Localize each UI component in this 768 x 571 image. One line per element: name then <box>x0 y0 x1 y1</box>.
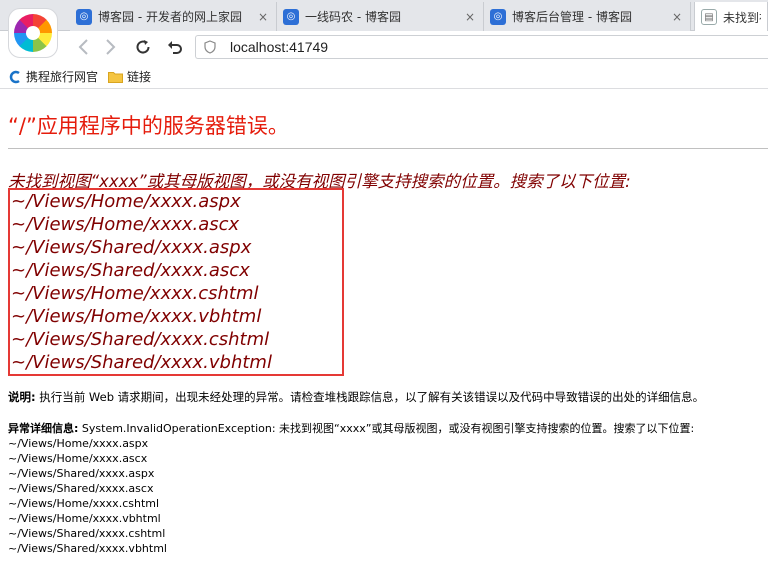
close-icon[interactable]: × <box>463 10 477 24</box>
bookmark-links-folder[interactable]: 链接 <box>108 68 151 85</box>
searched-locations-box: ~/Views/Home/xxxx.aspx ~/Views/Home/xxxx… <box>8 188 344 376</box>
searched-location: ~/Views/Home/xxxx.ascx <box>11 214 240 235</box>
searched-location: ~/Views/Shared/xxxx.aspx <box>11 237 252 258</box>
tab-title: 博客后台管理 - 博客园 <box>512 10 632 24</box>
detail-location: ~/Views/Shared/xxxx.cshtml <box>8 527 166 540</box>
description: 说明: 执行当前 Web 请求期间，出现未经处理的异常。请检查堆栈跟踪信息，以了… <box>8 389 704 405</box>
browser-logo[interactable] <box>8 8 58 58</box>
detail-location: ~/Views/Home/xxxx.aspx <box>8 437 149 450</box>
bookmark-ctrip[interactable]: 携程旅行网官 <box>8 68 98 85</box>
searched-location: ~/Views/Home/xxxx.aspx <box>11 191 241 212</box>
bookmark-label: 链接 <box>127 70 152 84</box>
ctrip-icon <box>9 70 20 83</box>
tab-yixian-manong[interactable]: ◎ 一线码农 - 博客园 × <box>277 2 484 31</box>
description-label: 说明: <box>8 390 36 404</box>
undo-button[interactable] <box>164 36 186 58</box>
exception-details: 异常详细信息: System.InvalidOperationException… <box>8 420 694 556</box>
page-icon: ▤ <box>701 9 717 25</box>
detail-location: ~/Views/Shared/xxxx.vbhtml <box>8 542 167 555</box>
searched-location: ~/Views/Home/xxxx.cshtml <box>11 283 259 304</box>
tab-blog-admin[interactable]: ◎ 博客后台管理 - 博客园 × <box>484 2 691 31</box>
undo-icon <box>168 41 182 54</box>
arrow-right-icon <box>106 39 116 55</box>
shield-icon <box>204 40 216 54</box>
tab-title: 博客园 - 开发者的网上家园 <box>98 10 242 24</box>
navigation-toolbar: localhost:41749 <box>0 31 768 63</box>
detail-location: ~/Views/Shared/xxxx.ascx <box>8 482 154 495</box>
reload-icon <box>136 40 150 54</box>
reload-button[interactable] <box>132 36 154 58</box>
browser-logo-icon <box>14 14 52 52</box>
bookmarks-bar: 携程旅行网官 链接 <box>0 63 768 89</box>
searched-location: ~/Views/Shared/xxxx.cshtml <box>11 329 270 350</box>
close-icon[interactable]: × <box>670 10 684 24</box>
close-icon[interactable]: × <box>256 10 270 24</box>
divider <box>8 148 768 149</box>
address-bar[interactable]: localhost:41749 <box>195 35 768 59</box>
searched-location: ~/Views/Shared/xxxx.vbhtml <box>11 352 272 373</box>
tab-bar: ◎ 博客园 - 开发者的网上家园 × ◎ 一线码农 - 博客园 × ◎ 博客后台… <box>0 0 768 32</box>
details-line: 异常详细信息: System.InvalidOperationException… <box>8 420 694 436</box>
bookmark-label: 携程旅行网官 <box>26 70 99 84</box>
back-button[interactable] <box>72 36 94 58</box>
cnblogs-icon: ◎ <box>490 8 506 25</box>
cnblogs-icon: ◎ <box>283 8 299 25</box>
detail-location: ~/Views/Home/xxxx.ascx <box>8 452 148 465</box>
forward-button[interactable] <box>100 36 122 58</box>
details-text: System.InvalidOperationException: 未找到视图“… <box>78 422 695 435</box>
url-text[interactable]: localhost:41749 <box>230 39 328 55</box>
searched-location: ~/Views/Shared/xxxx.ascx <box>11 260 250 281</box>
page-title: “/”应用程序中的服务器错误。 <box>8 114 289 138</box>
folder-icon <box>108 71 123 83</box>
detail-location: ~/Views/Home/xxxx.cshtml <box>8 497 160 510</box>
description-text: 执行当前 Web 请求期间，出现未经处理的异常。请检查堆栈跟踪信息，以了解有关该… <box>35 390 705 404</box>
searched-location: ~/Views/Home/xxxx.vbhtml <box>11 306 262 327</box>
tab-title: 一线码农 - 博客园 <box>305 10 401 24</box>
details-label: 异常详细信息: <box>8 422 79 435</box>
detail-location: ~/Views/Home/xxxx.vbhtml <box>8 512 161 525</box>
detail-location: ~/Views/Shared/xxxx.aspx <box>8 467 155 480</box>
tab-view-not-found[interactable]: ▤ 未找到视 <box>694 2 768 32</box>
arrow-left-icon <box>78 39 88 55</box>
cnblogs-icon: ◎ <box>76 8 92 25</box>
tab-title: 未找到视 <box>723 10 761 25</box>
tab-cnblogs-home[interactable]: ◎ 博客园 - 开发者的网上家园 × <box>70 2 277 31</box>
